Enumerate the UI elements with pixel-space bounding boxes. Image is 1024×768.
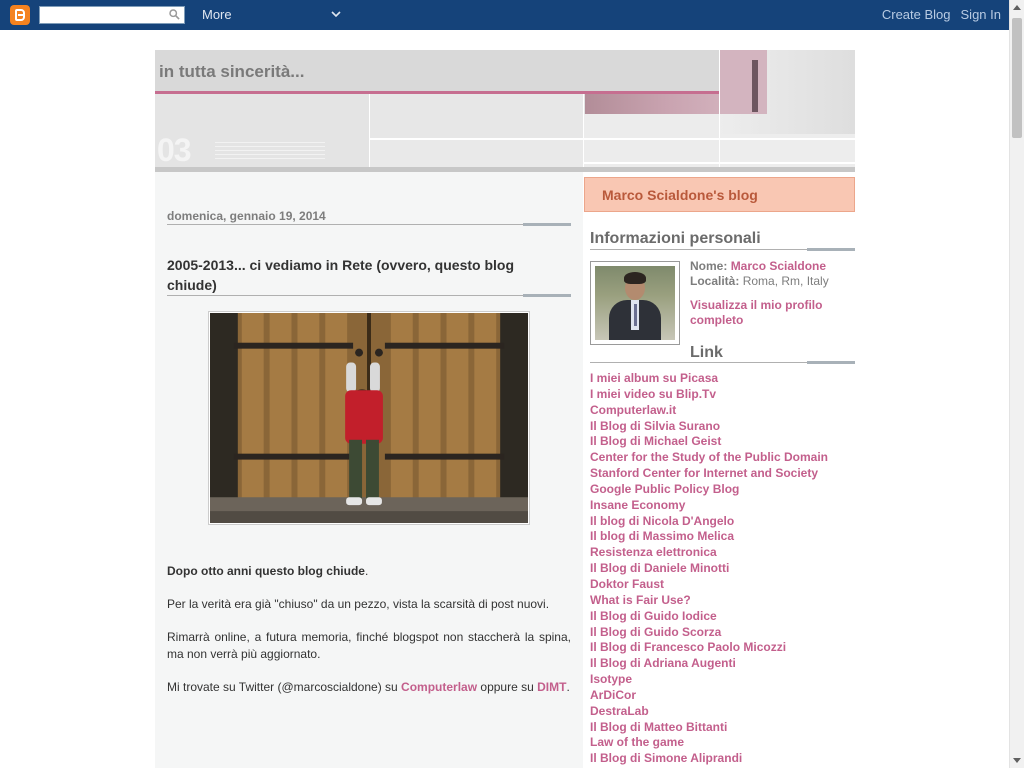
blogger-navbar: More Create Blog Sign In	[0, 0, 1009, 30]
sign-in-link[interactable]: Sign In	[961, 7, 1001, 22]
header-number-graphic: 03	[157, 132, 192, 168]
sidebar-link[interactable]: Il Blog di Matteo Bittanti	[590, 720, 855, 736]
sidebar-link[interactable]: Il Blog di Daniele Minotti	[590, 561, 855, 577]
sidebar-link[interactable]: Il Blog di Simone Aliprandi	[590, 751, 855, 767]
sidebar-link[interactable]: Il Blog di Michael Geist	[590, 434, 855, 450]
blog-header: 03 in tutta sincerità...	[155, 50, 855, 172]
profile-name-link[interactable]: Marco Scialdone	[731, 259, 826, 273]
create-blog-link[interactable]: Create Blog	[882, 7, 951, 22]
sidebar-link[interactable]: Il Blog di Francesco Paolo Micozzi	[590, 640, 855, 656]
post-bold-lead: Dopo otto anni questo blog chiude	[167, 564, 365, 578]
post-text: .	[566, 680, 570, 694]
header-statue-graphic	[752, 60, 758, 112]
chevron-down-icon[interactable]	[330, 8, 342, 20]
sidebar: Marco Scialdone's blog Informazioni pers…	[584, 172, 855, 768]
sidebar-link[interactable]: Stanford Center for Internet and Society	[590, 466, 855, 482]
child-at-door-image	[210, 313, 528, 523]
scroll-up-arrow-icon[interactable]	[1013, 5, 1021, 10]
profile-info: Nome: Marco Scialdone Località: Roma, Rm…	[690, 259, 855, 328]
more-menu-button[interactable]: More	[202, 7, 232, 22]
sidebar-link[interactable]: Il blog di Nicola D'Angelo	[590, 514, 855, 530]
post-text: oppure su	[477, 680, 538, 694]
sidebar-link[interactable]: Center for the Study of the Public Domai…	[590, 450, 855, 466]
post-paragraph-2: Per la verità era già "chiuso" da un pez…	[167, 597, 550, 611]
name-label: Nome:	[690, 259, 728, 273]
main-column: domenica, gennaio 19, 2014 2005-2013... …	[155, 172, 583, 768]
blog-title[interactable]: in tutta sincerità...	[159, 62, 304, 82]
sidebar-link[interactable]: ArDiCor	[590, 688, 855, 704]
blog-search-input[interactable]	[39, 6, 185, 24]
sidebar-link[interactable]: Il Blog di Guido Iodice	[590, 609, 855, 625]
post-text: Mi trovate su Twitter (@marcoscialdone) …	[167, 680, 402, 694]
sidebar-link[interactable]: Doktor Faust	[590, 577, 855, 593]
sidebar-link[interactable]: Isotype	[590, 672, 855, 688]
computerlaw-link[interactable]: Computerlaw	[401, 680, 477, 694]
sidebar-blog-title[interactable]: Marco Scialdone's blog	[602, 187, 758, 203]
profile-photo[interactable]	[590, 261, 680, 345]
sidebar-link[interactable]: Il blog di Massimo Melica	[590, 529, 855, 545]
search-icon[interactable]	[169, 9, 180, 20]
sidebar-link[interactable]: DestraLab	[590, 704, 855, 720]
sidebar-link[interactable]: Resistenza elettronica	[590, 545, 855, 561]
sidebar-link[interactable]: Il Blog di Silvia Surano	[590, 419, 855, 435]
sidebar-link[interactable]: Insane Economy	[590, 498, 855, 514]
sidebar-link[interactable]: Google Public Policy Blog	[590, 482, 855, 498]
sidebar-link[interactable]: Law of the game	[590, 735, 855, 751]
sidebar-link[interactable]: I miei album su Picasa	[590, 371, 855, 387]
post-date-header: domenica, gennaio 19, 2014	[167, 209, 326, 223]
post-paragraph-4: Mi trovate su Twitter (@marcoscialdone) …	[167, 679, 571, 696]
vertical-scrollbar[interactable]	[1009, 0, 1024, 768]
sidebar-blog-title-box: Marco Scialdone's blog	[584, 177, 855, 212]
post-text: .	[364, 564, 369, 578]
view-full-profile-link[interactable]: Visualizza il mio profilo completo	[690, 298, 840, 328]
post-body: Dopo otto anni questo blog chiude. Per l…	[167, 563, 571, 712]
scroll-down-arrow-icon[interactable]	[1013, 758, 1021, 763]
sidebar-link[interactable]: What is Fair Use?	[590, 593, 855, 609]
post-paragraph-1: Dopo otto anni questo blog chiude.	[167, 563, 571, 580]
location-label: Località:	[690, 274, 740, 288]
post-title[interactable]: 2005-2013... ci vediamo in Rete (ovvero,…	[167, 255, 557, 295]
links-list: I miei album su Picasa I miei video su B…	[590, 371, 855, 767]
sidebar-link[interactable]: Il Blog di Adriana Augenti	[590, 656, 855, 672]
blog-page: 03 in tutta sincerità... domenica, genna…	[155, 50, 855, 768]
sidebar-link[interactable]: I miei video su Blip.Tv	[590, 387, 855, 403]
location-value: Roma, Rm, Italy	[742, 274, 829, 288]
scrollbar-thumb[interactable]	[1012, 18, 1022, 138]
post-paragraph-3: Rimarrà online, a futura memoria, finché…	[167, 630, 571, 661]
dimt-link[interactable]: DIMT	[537, 680, 566, 694]
sidebar-link[interactable]: Computerlaw.it	[590, 403, 855, 419]
sidebar-link[interactable]: Il Blog di Guido Scorza	[590, 625, 855, 641]
links-heading: Link	[690, 344, 723, 361]
blogger-logo-icon[interactable]	[10, 5, 30, 25]
about-me-heading: Informazioni personali	[590, 230, 761, 247]
post-image[interactable]	[208, 311, 530, 525]
